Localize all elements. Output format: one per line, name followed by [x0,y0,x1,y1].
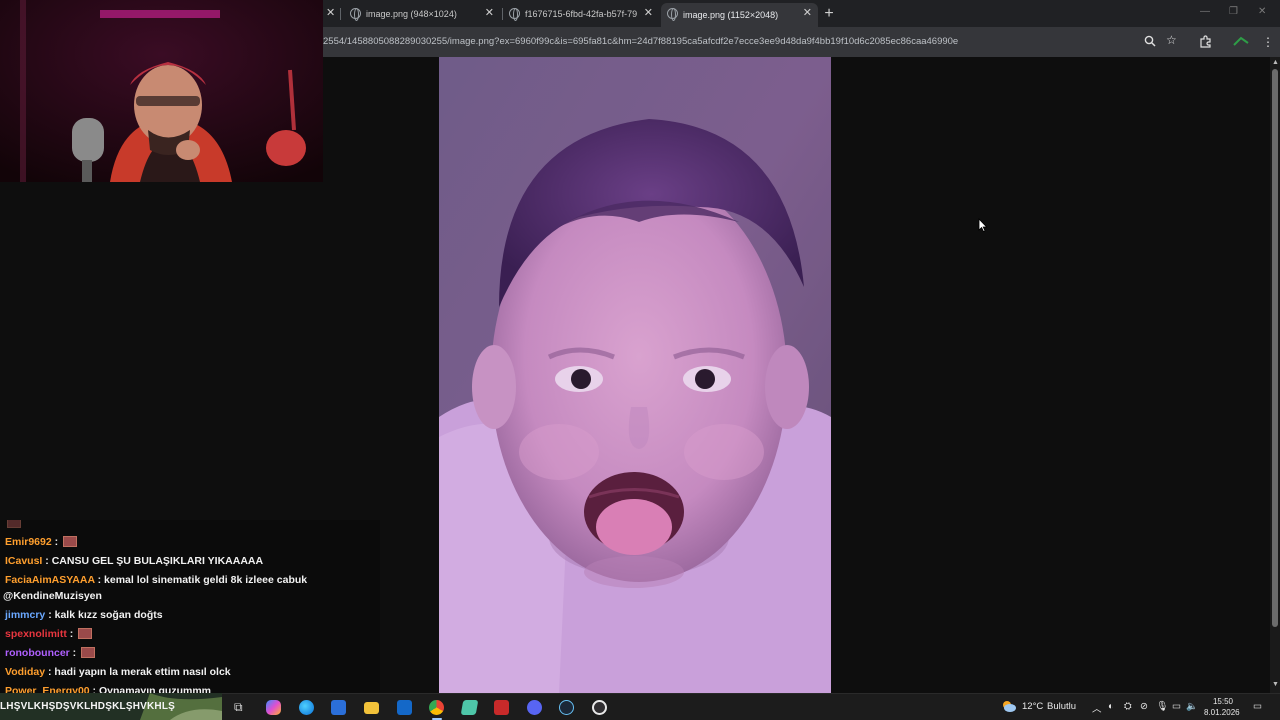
clock-time[interactable]: 15:50 [1206,697,1240,706]
scrollbar-thumb[interactable] [1272,69,1278,627]
chat-message: spexnolimitt : [5,628,93,640]
vertical-scrollbar[interactable]: ▲ ▼ [1270,57,1280,693]
store-icon[interactable] [331,700,346,715]
tray-app-icon[interactable]: ⊘ [1140,701,1148,712]
emote-icon [7,520,21,528]
chat-message: FaciaAimASYAAA : kemal lol sinematik gel… [5,574,308,586]
task-view-icon[interactable]: ⧉ [234,700,249,715]
chat-message [5,520,21,529]
chat-username: Emir9692 [5,536,52,548]
globe-icon [509,8,520,21]
stream-ticker-overlay: LHŞVLKHŞDŞVKLHDŞKLŞHVKHLŞ [0,693,222,720]
chat-text: kemal lol sinematik geldi 8k izleee cabu… [104,574,308,586]
globe-icon [350,8,361,21]
network-icon[interactable]: ▭ [1172,701,1181,712]
star-icon[interactable]: ☆ [1166,33,1177,47]
file-explorer-icon[interactable] [364,702,379,714]
discord-icon[interactable] [527,700,542,715]
tab-title: image.png (948×1024) [366,9,457,19]
mouse-cursor-icon [978,217,988,237]
chevron-up-icon[interactable]: ︿ [1092,701,1102,715]
chat-message-continuation: @KendineMuzisyen [3,590,102,602]
chat-username: FaciaAimASYAAA [5,574,95,586]
microphone-icon[interactable]: 🎙 [1156,701,1168,712]
close-tab-icon[interactable]: ✕ [803,6,812,19]
chat-message: Emir9692 : [5,536,78,548]
weather-description[interactable]: Bulutlu [1047,701,1076,712]
weather-temperature[interactable]: 12°C [1022,701,1043,712]
close-window-icon[interactable]: ✕ [1258,6,1266,17]
tray-app-icon[interactable]: ⛭ [1124,701,1132,712]
extensions-icon[interactable] [1199,35,1212,51]
chat-text: @KendineMuzisyen [3,590,102,602]
voicemeeter-icon[interactable] [494,700,509,715]
close-tab-icon[interactable]: ✕ [485,6,494,19]
close-tab-icon[interactable]: ✕ [644,6,653,19]
chrome-icon[interactable] [429,700,444,715]
ticker-text: LHŞVLKHŞDŞVKLHDŞKLŞHVKHLŞ [0,701,176,712]
chat-username: spexnolimitt [5,628,67,640]
tab-separator [340,8,341,20]
close-tab-icon[interactable]: ✕ [326,6,335,19]
chat-text: kalk kızz soğan doğts [54,609,163,621]
obs-icon[interactable] [592,700,607,715]
globe-icon [667,8,678,21]
copilot-icon[interactable] [266,700,281,715]
webcam-overlay [0,0,323,182]
chat-username: jimmcry [5,609,46,621]
tab-title: image.png (1152×2048) [683,10,779,20]
tab-image-1152[interactable]: image.png (1152×2048) ✕ [661,3,818,27]
edge-icon[interactable] [299,700,314,715]
chat-message: ronobouncer : [5,647,96,659]
baby-photo [439,57,831,693]
profile-icon[interactable] [1233,35,1249,50]
notepad-icon[interactable] [460,700,479,715]
emote-icon [81,647,96,658]
tab-image-948[interactable]: image.png (948×1024) ✕ [344,3,500,25]
restore-icon[interactable]: ❐ [1229,6,1238,17]
chat-message: jimmcry : kalk kızz soğan doğts [5,609,163,621]
weather-icon[interactable] [1001,699,1017,716]
address-bar[interactable]: 2554/1458805088289030255/image.png?ex=69… [323,36,958,47]
scroll-up-icon[interactable]: ▲ [1272,59,1279,66]
zoom-icon[interactable] [1144,35,1156,50]
stream-chat-overlay: Emir9692 : ICavusI : CANSU GEL ŞU BULAŞI… [0,520,380,695]
emote-icon [63,536,78,547]
emote-icon [78,628,93,639]
screen: ✕ image.png (948×1024) ✕ f1676715-6fbd-4… [0,0,1280,720]
chat-message: ICavusI : CANSU GEL ŞU BULAŞIKLARI YIKAA… [5,555,264,567]
chat-username: ICavusI [5,555,43,567]
tab-f1676715[interactable]: f1676715-6fbd-42fa-b57f-793! ✕ [503,3,659,25]
menu-icon[interactable]: ⋮ [1262,35,1274,49]
chat-text: hadi yapın la merak ettim nasıl olck [54,666,231,678]
notifications-icon[interactable]: ▭ [1253,701,1262,712]
clock-date[interactable]: 8.01.2026 [1204,708,1240,717]
scroll-down-icon[interactable]: ▼ [1272,681,1279,688]
outlook-icon[interactable] [397,700,412,715]
plus-icon[interactable]: + [820,5,838,23]
chat-text: CANSU GEL ŞU BULAŞIKLARI YIKAAAAA [51,555,264,567]
chat-message: Vodiday : hadi yapın la merak ettim nası… [5,666,231,678]
steam-tray-icon[interactable]: ◐ [1108,701,1114,712]
steam-icon[interactable] [559,700,574,715]
tab-title: f1676715-6fbd-42fa-b57f-793! [525,9,637,19]
minimize-icon[interactable]: — [1200,6,1210,17]
volume-icon[interactable]: 🔈 [1186,701,1198,712]
chat-username: Vodiday [5,666,46,678]
chat-username: ronobouncer [5,647,70,659]
